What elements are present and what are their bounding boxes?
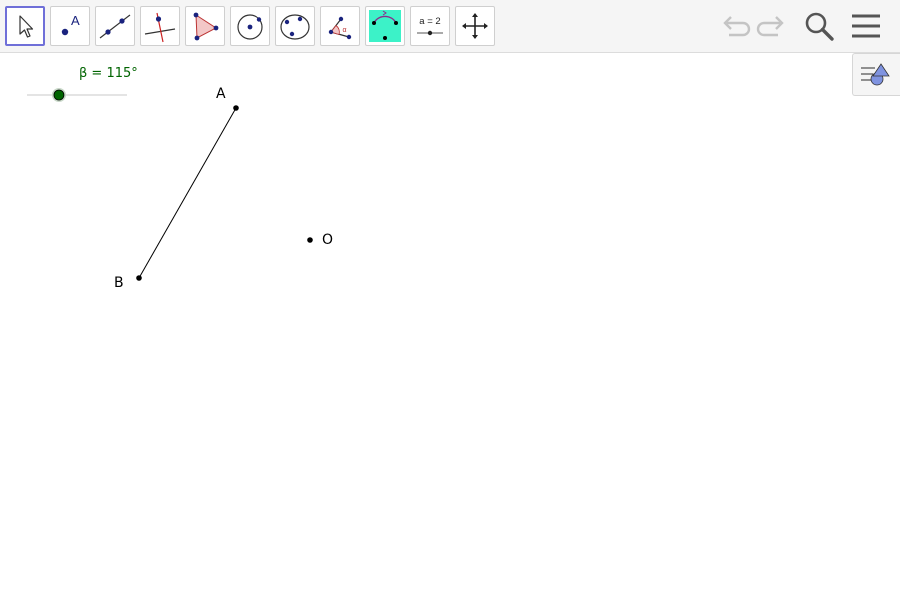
svg-text:A: A <box>71 13 80 28</box>
point-a[interactable] <box>233 105 239 111</box>
circle-with-center-tool-button[interactable] <box>230 6 270 46</box>
point-tool-button[interactable]: A <box>50 6 90 46</box>
point-a-label: A <box>216 86 226 102</box>
search-button[interactable] <box>801 8 837 44</box>
geometry-canvas[interactable] <box>0 54 900 600</box>
slider-caption: β = 115° <box>79 66 138 81</box>
toolbar: A α a = 2 <box>0 0 900 53</box>
slider-knob[interactable] <box>53 89 65 101</box>
line-through-points-icon <box>99 14 131 39</box>
polygon-tool-button[interactable] <box>185 6 225 46</box>
segment-ab[interactable] <box>138 107 237 279</box>
circle-three-points-icon <box>280 14 310 40</box>
slider-tool-label: a = 2 <box>419 16 440 27</box>
move-graphics-view-tool-button[interactable] <box>455 6 495 46</box>
menu-button[interactable] <box>848 8 884 44</box>
point-o[interactable] <box>307 237 313 243</box>
reflect-about-line-tool-button[interactable] <box>365 6 405 46</box>
circle-center-icon <box>237 14 263 40</box>
slider-tool-button[interactable]: a = 2 <box>410 6 450 46</box>
angle-icon: α <box>328 16 352 40</box>
undo-icon <box>723 16 751 37</box>
line-tool-button[interactable] <box>95 6 135 46</box>
slider-icon: a = 2 <box>417 16 443 36</box>
point-b[interactable] <box>136 275 142 281</box>
move-arrows-icon <box>462 13 488 39</box>
polygon-icon <box>193 12 219 41</box>
point-b-label: B <box>114 275 124 291</box>
cursor-arrow-icon <box>19 15 34 38</box>
search-icon <box>805 12 834 41</box>
point-o-label: O <box>322 232 334 248</box>
perpendicular-line-tool-button[interactable] <box>140 6 180 46</box>
angle-tool-button[interactable]: α <box>320 6 360 46</box>
graphics-view[interactable] <box>0 54 900 600</box>
move-tool-button[interactable] <box>5 6 45 46</box>
perpendicular-line-icon <box>144 12 176 43</box>
redo-button[interactable] <box>754 8 790 44</box>
circle-through-three-points-tool-button[interactable] <box>275 6 315 46</box>
redo-icon <box>756 16 784 37</box>
menu-icon <box>852 14 880 38</box>
point-icon: A <box>61 13 80 36</box>
svg-text:α: α <box>343 27 347 34</box>
undo-button[interactable] <box>717 8 753 44</box>
reflect-arc-icon <box>369 10 401 42</box>
